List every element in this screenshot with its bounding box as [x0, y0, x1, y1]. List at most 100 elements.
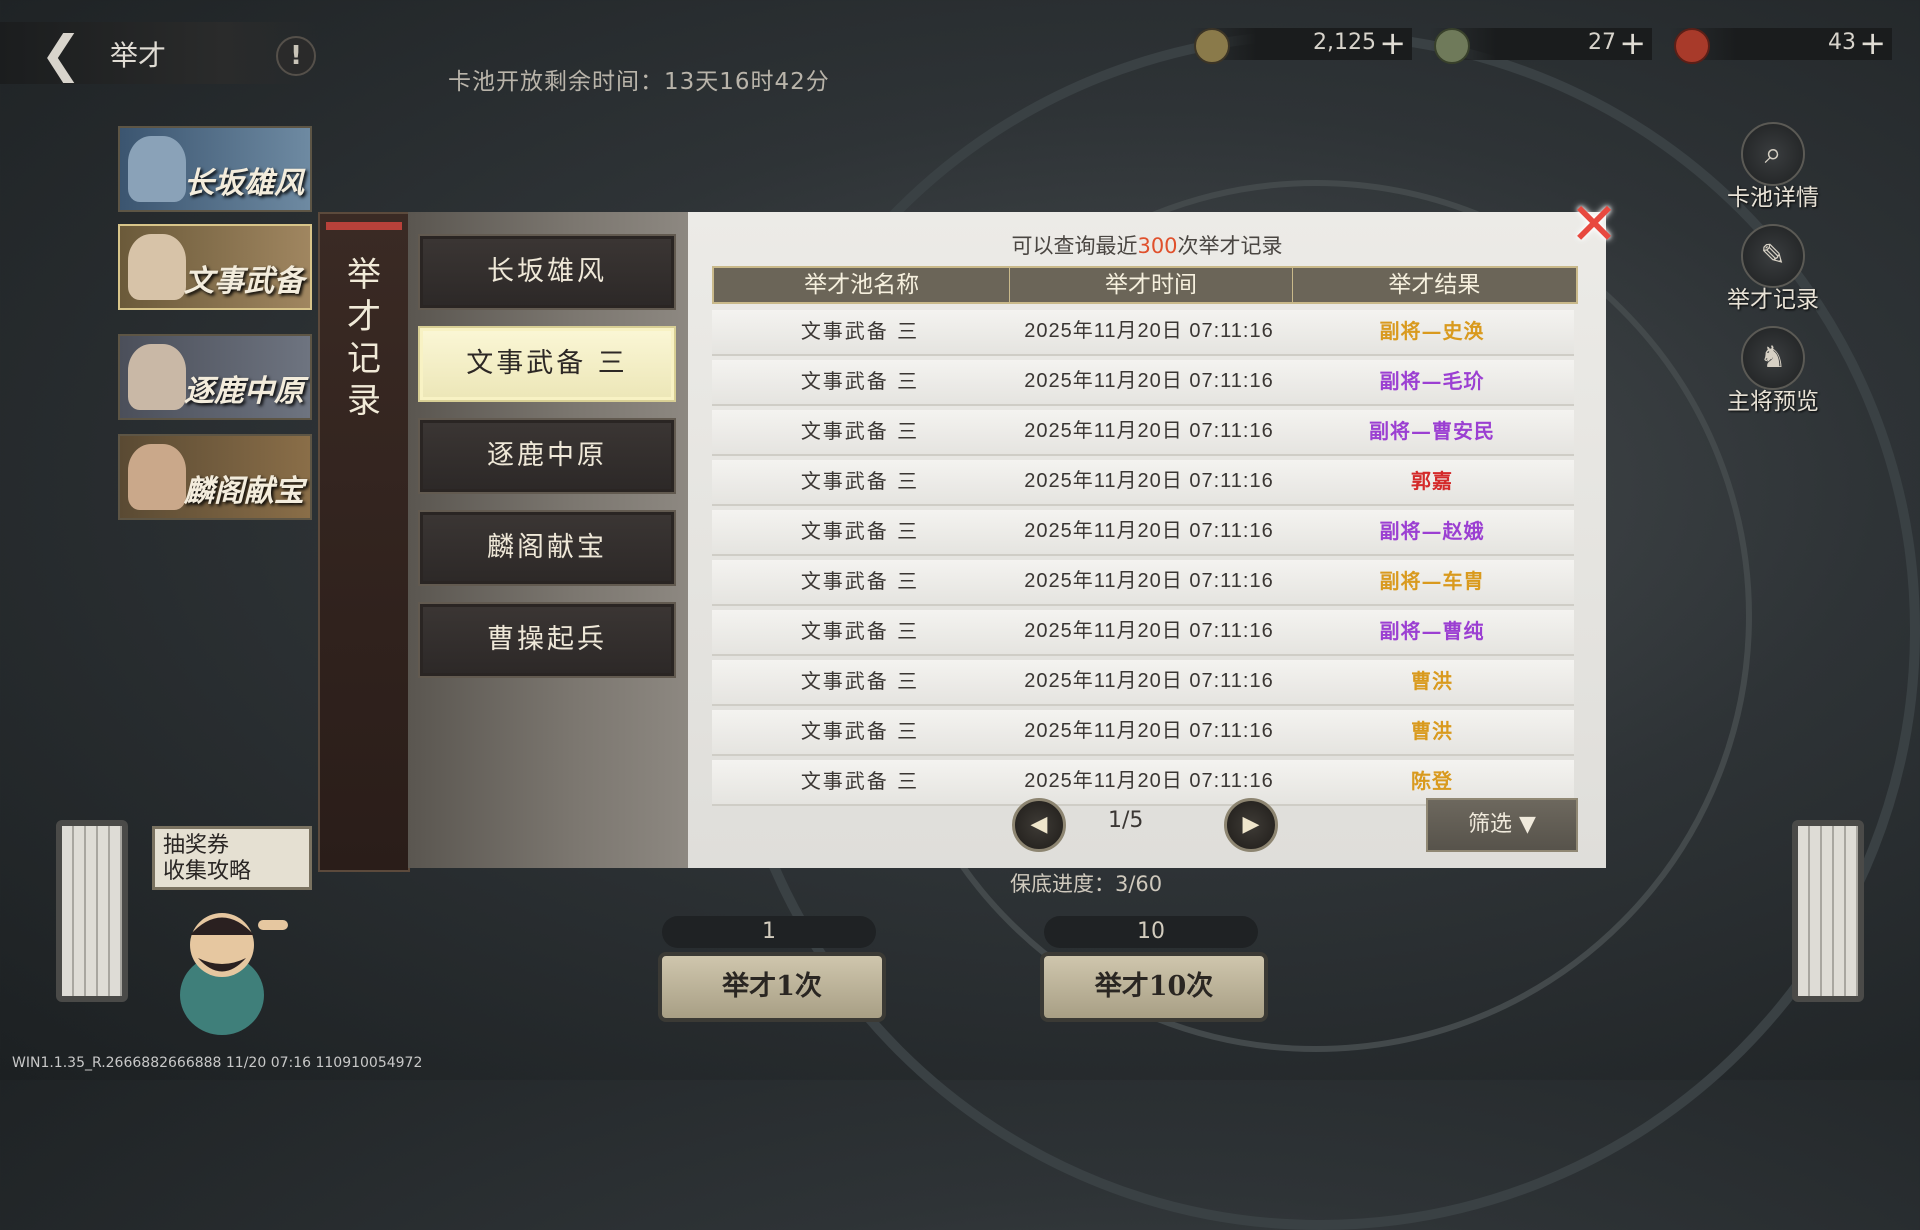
cell-result: 副将—史涣 — [1379, 319, 1485, 343]
pool-details-button[interactable]: ⌕ 卡池详情 — [1708, 122, 1838, 212]
resource-gem: 43 + — [1670, 24, 1892, 64]
cell-pool: 文事武备 三 — [800, 369, 920, 393]
general-preview-button[interactable]: ♞ 主将预览 — [1708, 326, 1838, 416]
general-portrait — [128, 136, 186, 202]
table-row: 文事武备 三 2025年11月20日 07:11:16 副将—曹纯 — [712, 610, 1574, 656]
records-table: 文事武备 三 2025年11月20日 07:11:16 副将—史涣 文事武备 三 202… — [712, 310, 1574, 810]
resource-value: 43 — [1828, 30, 1856, 55]
general-portrait — [128, 444, 186, 510]
cell-result: 曹洪 — [1411, 669, 1453, 693]
page-indicator: 1/5 — [1108, 808, 1144, 833]
resource-copper: 2,125 + — [1190, 24, 1412, 64]
column-header-time: 举才时间 — [1010, 268, 1293, 302]
pool-button-3[interactable]: 麟阁献宝 — [418, 510, 676, 586]
records-tab: 举 才 记 录 — [318, 212, 410, 872]
table-row: 文事武备 三 2025年11月20日 07:11:16 曹洪 — [712, 710, 1574, 756]
resource-jade: 27 + — [1430, 24, 1652, 64]
record-panel: 可以查询最近300次举才记录 举才池名称 举才时间 举才结果 文事武备 三 202… — [688, 212, 1606, 868]
pool-button-2[interactable]: 逐鹿中原 — [418, 418, 676, 494]
ten-draw-cost: 10 — [1044, 916, 1258, 948]
tab-accent — [326, 222, 402, 230]
side-button-label: 卡池详情 — [1727, 185, 1819, 211]
cell-time: 2025年11月20日 07:11:16 — [1024, 520, 1274, 542]
cell-pool: 文事武备 三 — [800, 769, 920, 793]
banner-label: 逐鹿中原 — [184, 374, 304, 409]
add-jade-button[interactable]: + — [1619, 24, 1646, 62]
guide-line: 抽奖券 — [163, 833, 230, 858]
pool-button-4[interactable]: 曹操起兵 — [418, 602, 676, 678]
cell-result: 副将—曹纯 — [1379, 619, 1485, 643]
mascot-character[interactable] — [150, 890, 300, 1040]
table-row: 文事武备 三 2025年11月20日 07:11:16 郭嘉 — [712, 460, 1574, 506]
cell-pool: 文事武备 三 — [800, 319, 920, 343]
tab-char: 举 — [347, 255, 381, 295]
banner-zhulu[interactable]: 逐鹿中原 — [118, 334, 312, 420]
pool-button-1[interactable]: 文事武备 三 — [418, 326, 676, 402]
cell-result: 郭嘉 — [1411, 469, 1453, 493]
table-row: 文事武备 三 2025年11月20日 07:11:16 副将—曹安民 — [712, 410, 1574, 456]
back-arrow-icon[interactable]: ❮ — [40, 26, 100, 82]
records-notice: 可以查询最近300次举才记录 — [688, 230, 1606, 260]
cell-time: 2025年11月20日 07:11:16 — [1024, 370, 1274, 392]
single-draw-cost: 1 — [662, 916, 876, 948]
notice-suffix: 次举才记录 — [1177, 234, 1283, 258]
cell-result: 副将—毛玠 — [1379, 369, 1485, 393]
banner-label: 文事武备 — [184, 264, 304, 299]
general-preview-icon: ♞ — [1741, 326, 1805, 390]
cell-result: 曹洪 — [1411, 719, 1453, 743]
column-header-pool: 举才池名称 — [714, 268, 1011, 302]
tab-char: 才 — [347, 297, 381, 337]
side-button-label: 主将预览 — [1727, 389, 1819, 415]
cell-time: 2025年11月20日 07:11:16 — [1024, 670, 1274, 692]
red-gem-icon — [1674, 28, 1710, 64]
prev-page-button[interactable]: ◀ — [1012, 798, 1066, 852]
banner-wenshi[interactable]: 文事武备 — [118, 224, 312, 310]
filter-icon: ▼ — [1519, 812, 1536, 837]
close-icon[interactable]: ✕ — [1566, 195, 1622, 253]
cell-result: 副将—车胄 — [1379, 569, 1485, 593]
table-header: 举才池名称 举才时间 举才结果 — [712, 266, 1578, 304]
filter-button[interactable]: 筛选 ▼ — [1426, 798, 1578, 852]
filter-label: 筛选 — [1468, 812, 1513, 837]
cell-pool: 文事武备 三 — [800, 419, 920, 443]
cell-pool: 文事武备 三 — [800, 569, 920, 593]
notice-prefix: 可以查询最近 — [1011, 234, 1138, 258]
ticket-guide-button[interactable]: 抽奖券 收集攻略 — [152, 826, 312, 890]
draw-once-button[interactable]: 举才1次 — [658, 952, 886, 1022]
banner-linge[interactable]: 麟阁献宝 — [118, 434, 312, 520]
resource-value: 27 — [1588, 30, 1616, 55]
table-row: 文事武备 三 2025年11月20日 07:11:16 副将—毛玠 — [712, 360, 1574, 406]
cell-result: 副将—曹安民 — [1369, 419, 1495, 443]
cell-pool: 文事武备 三 — [800, 619, 920, 643]
cell-time: 2025年11月20日 07:11:16 — [1024, 570, 1274, 592]
banner-changban[interactable]: 长坂雄风 — [118, 126, 312, 212]
cell-time: 2025年11月20日 07:11:16 — [1024, 470, 1274, 492]
table-row: 文事武备 三 2025年11月20日 07:11:16 副将—赵娥 — [712, 510, 1574, 556]
cell-pool: 文事武备 三 — [800, 519, 920, 543]
next-page-button[interactable]: ▶ — [1224, 798, 1278, 852]
cell-time: 2025年11月20日 07:11:16 — [1024, 720, 1274, 742]
cell-pool: 文事武备 三 — [800, 669, 920, 693]
draw-ten-button[interactable]: 举才10次 — [1040, 952, 1268, 1022]
table-row: 文事武备 三 2025年11月20日 07:11:16 副将—车胄 — [712, 560, 1574, 606]
add-gem-button[interactable]: + — [1859, 24, 1886, 62]
draw-records-button[interactable]: ✎ 举才记录 — [1708, 224, 1838, 314]
banner-label: 长坂雄风 — [184, 166, 304, 201]
guide-line: 收集攻略 — [163, 859, 252, 884]
info-icon[interactable]: ! — [276, 36, 316, 76]
magnifier-icon: ⌕ — [1741, 122, 1805, 186]
cell-time: 2025年11月20日 07:11:16 — [1024, 620, 1274, 642]
tab-char: 记 — [347, 339, 381, 379]
table-row: 文事武备 三 2025年11月20日 07:11:16 曹洪 — [712, 660, 1574, 706]
lantern-decoration — [1792, 820, 1864, 1002]
banner-label: 麟阁献宝 — [184, 474, 304, 509]
screen-title: 举才 — [110, 39, 167, 72]
add-copper-button[interactable]: + — [1379, 24, 1406, 62]
resource-value: 2,125 — [1313, 30, 1376, 55]
lantern-decoration — [56, 820, 128, 1002]
brush-icon: ✎ — [1741, 224, 1805, 288]
cell-time: 2025年11月20日 07:11:16 — [1024, 320, 1274, 342]
jade-token-icon — [1434, 28, 1470, 64]
pool-button-0[interactable]: 长坂雄风 — [418, 234, 676, 310]
cell-result: 副将—赵娥 — [1379, 519, 1485, 543]
